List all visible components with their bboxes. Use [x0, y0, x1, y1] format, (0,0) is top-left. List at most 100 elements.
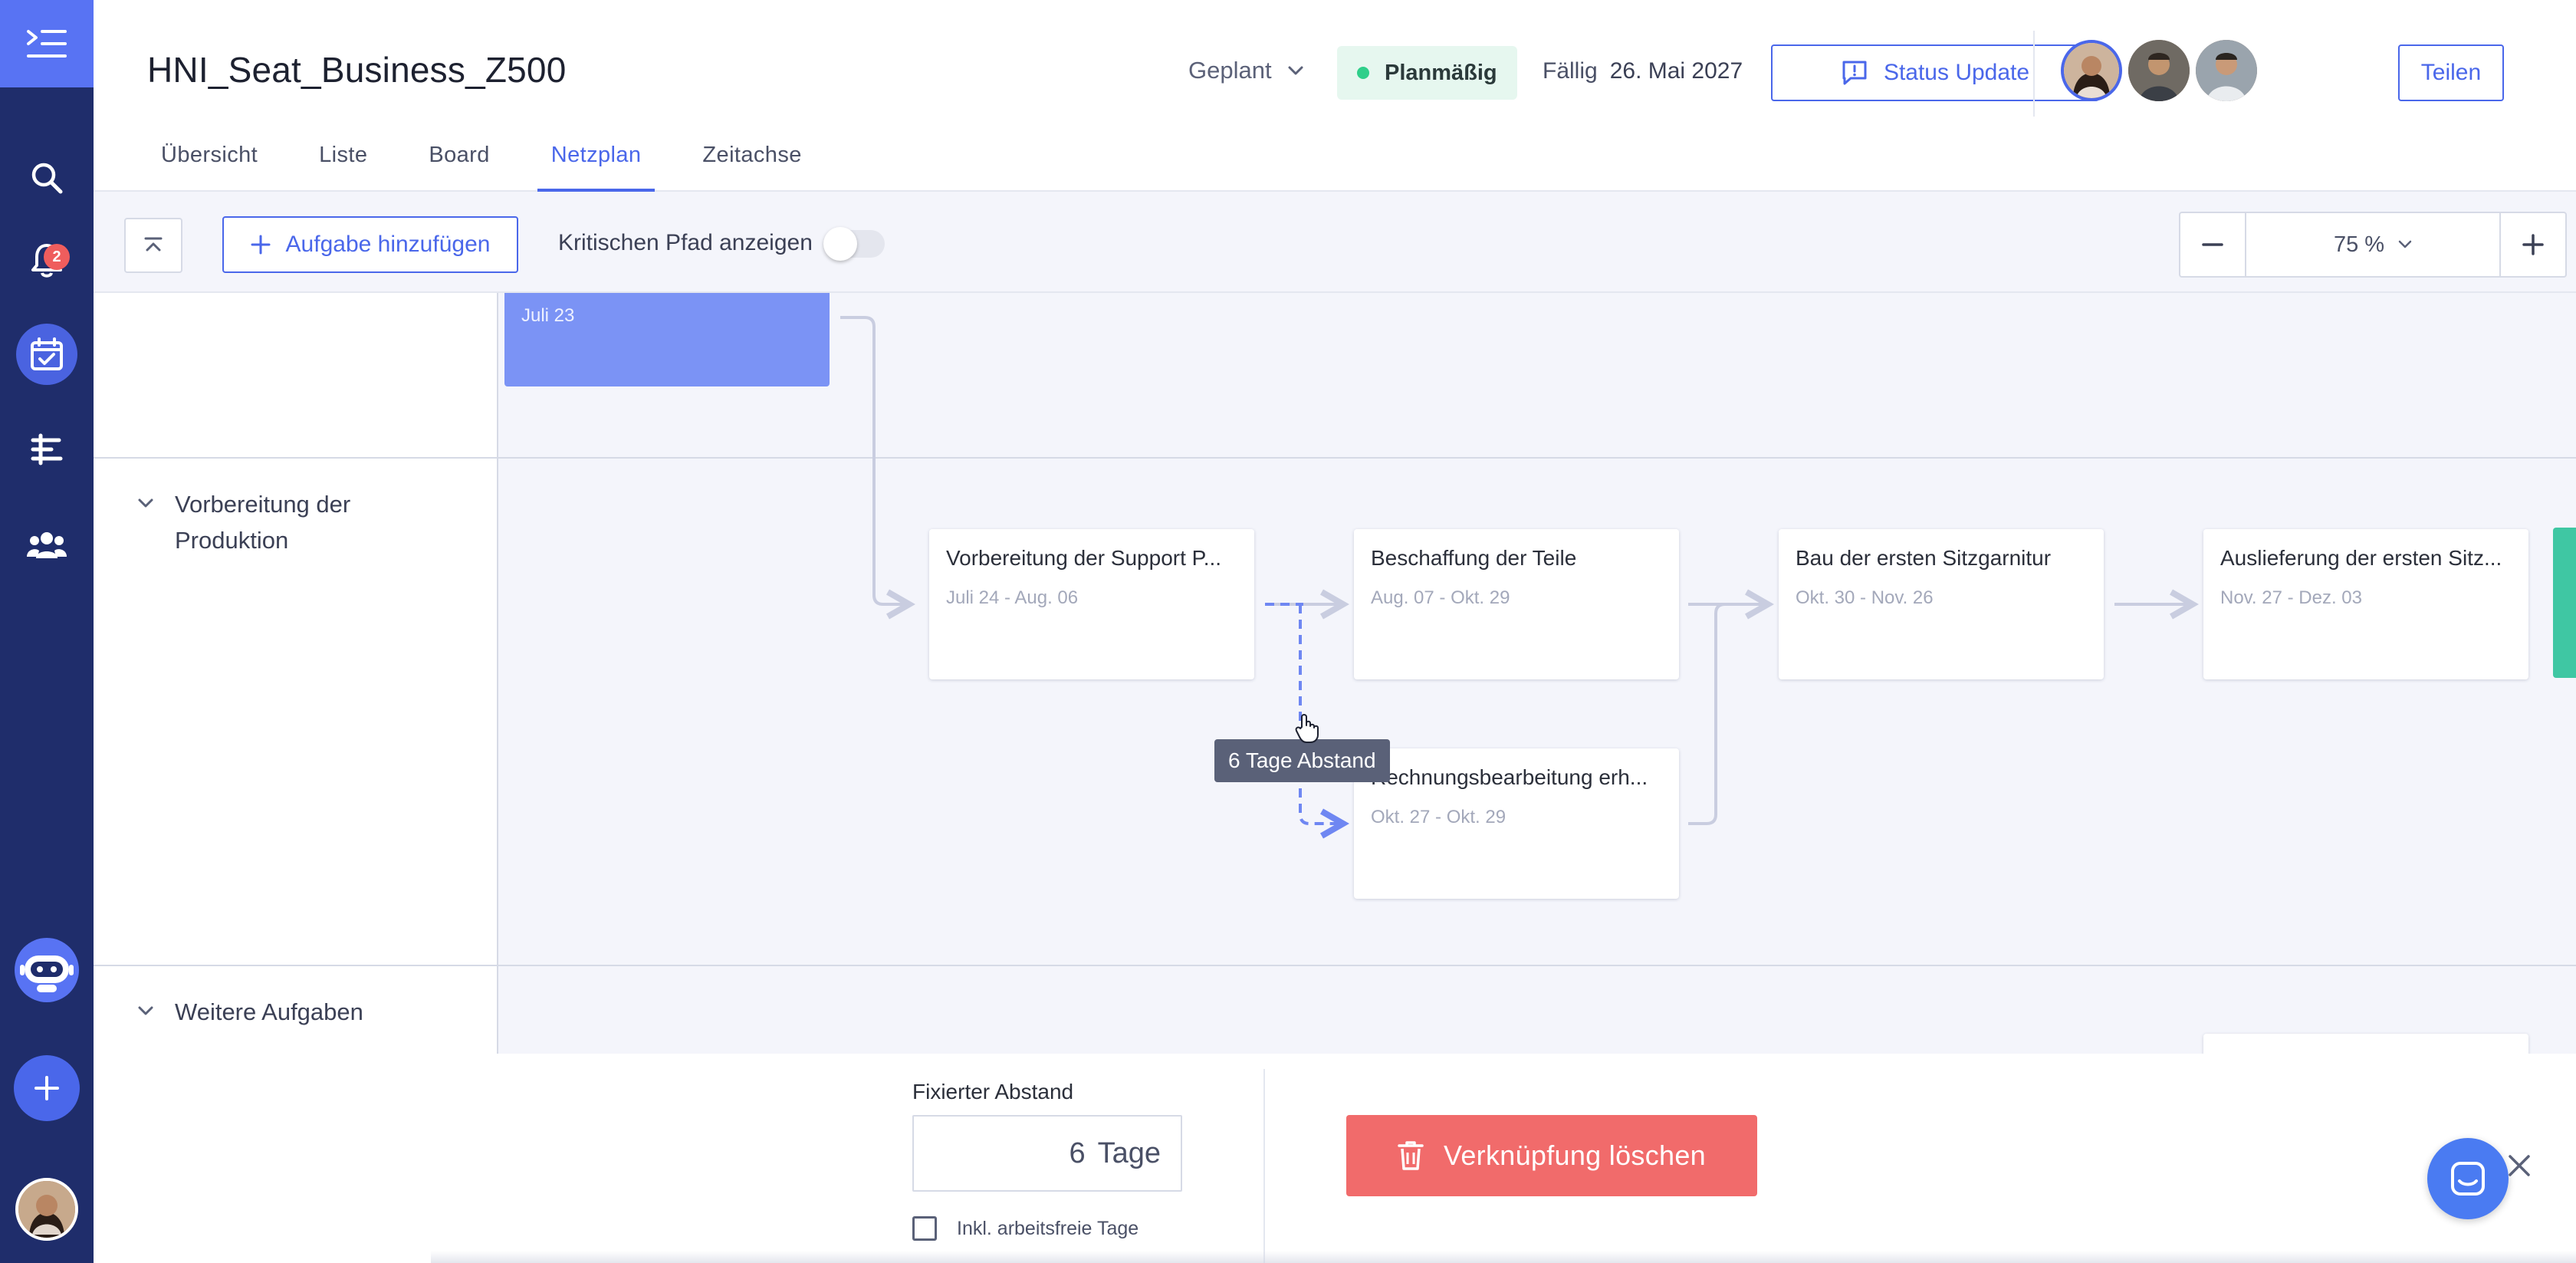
- tab-overview[interactable]: Übersicht: [147, 136, 271, 192]
- sidebar-assistant-button[interactable]: [14, 937, 80, 1003]
- plus-icon: [34, 1076, 59, 1100]
- network-toolbar: Aufgabe hinzufügen Kritischen Pfad anzei…: [94, 192, 2576, 293]
- schedule-status-text: Planmäßig: [1385, 60, 1497, 85]
- menu-toggle-button[interactable]: [0, 0, 94, 87]
- status-dot-icon: [1357, 67, 1369, 79]
- task-card-partial[interactable]: [2553, 528, 2576, 678]
- schedule-status-badge: Planmäßig: [1337, 46, 1517, 100]
- user-photo-icon: [2196, 40, 2257, 101]
- sidebar-add-button[interactable]: [14, 1055, 80, 1121]
- task-name: Bau der ersten Sitzgarnitur: [1796, 546, 2052, 570]
- sidebar-notifications-button[interactable]: 2: [16, 230, 77, 291]
- network-canvas[interactable]: Vorbereitung der Produktion Weitere Aufg…: [94, 293, 2576, 1054]
- task-card[interactable]: Beschaffung der Teile Aug. 07 - Okt. 29: [1354, 529, 1679, 679]
- chat-icon: [2451, 1162, 2485, 1196]
- project-header: HNI_Seat_Business_Z500 Geplant Planmäßig…: [94, 0, 2576, 192]
- delete-link-label: Verknüpfung löschen: [1444, 1140, 1706, 1171]
- include-nonworking-days-checkbox[interactable]: [912, 1216, 937, 1241]
- task-dates: Juli 24 - Aug. 06: [946, 587, 1079, 608]
- chevron-down-icon: [1288, 66, 1303, 75]
- project-status-value: Geplant: [1188, 57, 1272, 84]
- due-date: Fällig 26. Mai 2027: [1543, 58, 1743, 84]
- zoom-level-value: 75 %: [2333, 232, 2385, 257]
- task-name: Auslieferung der ersten Sitz...: [2220, 546, 2502, 570]
- fixed-gap-input[interactable]: 6 Tage: [912, 1115, 1182, 1192]
- fixed-gap-value: 6: [1069, 1136, 1086, 1169]
- notification-count-badge: 2: [44, 244, 70, 270]
- collapse-up-icon: [144, 237, 163, 252]
- sidebar-portfolio-button[interactable]: [16, 419, 77, 480]
- user-photo-icon: [18, 1181, 75, 1238]
- hand-cursor-icon: [1295, 714, 1319, 743]
- sidebar-search-button[interactable]: [16, 147, 77, 209]
- share-label: Teilen: [2420, 60, 2482, 85]
- task-dates: Okt. 30 - Nov. 26: [1796, 587, 1934, 608]
- tab-label: Übersicht: [161, 143, 258, 167]
- tab-network-plan[interactable]: Netzplan: [537, 136, 656, 192]
- current-user-avatar[interactable]: [15, 1178, 78, 1241]
- sidebar-projects-button[interactable]: [16, 324, 77, 385]
- critical-path-label: Kritischen Pfad anzeigen: [558, 230, 813, 255]
- sidebar-team-button[interactable]: [16, 514, 77, 575]
- task-dates: Juli 23: [521, 305, 575, 326]
- user-photo-icon: [2064, 43, 2119, 98]
- task-dates: Okt. 27 - Okt. 29: [1371, 807, 1506, 827]
- zoom-in-button[interactable]: [2501, 213, 2565, 276]
- zoom-level-select[interactable]: 75 %: [2245, 213, 2501, 276]
- team-icon: [27, 532, 67, 558]
- plus-icon: [2522, 234, 2544, 255]
- task-name: Beschaffung der Teile: [1371, 546, 1577, 570]
- task-card[interactable]: Auslieferung der ersten Sitz... Nov. 27 …: [2203, 529, 2528, 679]
- plus-icon: [251, 235, 271, 255]
- zoom-out-button[interactable]: [2180, 213, 2245, 276]
- status-update-button[interactable]: Status Update: [1771, 44, 2099, 101]
- member-avatar[interactable]: [2196, 40, 2257, 101]
- minus-icon: [2202, 243, 2223, 246]
- header-divider: [2033, 31, 2035, 117]
- app-sidebar: 2: [0, 0, 94, 1263]
- search-icon: [31, 163, 63, 194]
- delete-link-button[interactable]: Verknüpfung löschen: [1346, 1115, 1757, 1196]
- task-dates: Nov. 27 - Dez. 03: [2220, 587, 2362, 608]
- tab-label: Board: [429, 143, 490, 167]
- close-panel-icon[interactable]: [2502, 1149, 2536, 1182]
- project-members: [2061, 40, 2257, 101]
- user-photo-icon: [2128, 40, 2190, 101]
- chevron-down-icon: [2398, 240, 2412, 248]
- status-update-label: Status Update: [1883, 60, 2030, 85]
- tab-list[interactable]: Liste: [305, 136, 381, 192]
- due-label: Fällig: [1543, 58, 1598, 84]
- task-dates: Aug. 07 - Okt. 29: [1371, 587, 1510, 608]
- task-card[interactable]: Bau der ersten Sitzgarnitur Okt. 30 - No…: [1779, 529, 2104, 679]
- add-task-button[interactable]: Aufgabe hinzufügen: [222, 216, 518, 273]
- include-nonworking-days-row: Inkl. arbeitsfreie Tage: [912, 1216, 1138, 1241]
- task-card[interactable]: Rechnungsbearbeitung erh... Okt. 27 - Ok…: [1354, 748, 1679, 899]
- support-chat-button[interactable]: [2427, 1138, 2509, 1219]
- task-card[interactable]: Vorbereitung der Support P... Juli 24 - …: [929, 529, 1254, 679]
- trash-icon: [1398, 1141, 1424, 1170]
- link-gap-tooltip: 6 Tage Abstand: [1214, 739, 1390, 782]
- collapse-all-button[interactable]: [124, 218, 182, 273]
- fixed-gap-unit: Tage: [1097, 1136, 1161, 1169]
- tab-board[interactable]: Board: [415, 136, 503, 192]
- tab-timeline[interactable]: Zeitachse: [688, 136, 815, 192]
- message-alert-icon: [1842, 61, 1867, 85]
- member-avatar[interactable]: [2061, 40, 2122, 101]
- add-task-label: Aufgabe hinzufügen: [285, 232, 491, 257]
- timeline-icon: [31, 433, 63, 465]
- toggle-knob: [823, 227, 857, 261]
- due-date-value: 26. Mai 2027: [1609, 58, 1743, 84]
- calendar-check-icon: [31, 337, 63, 370]
- member-avatar[interactable]: [2128, 40, 2190, 101]
- robot-icon: [15, 938, 79, 1002]
- share-button[interactable]: Teilen: [2398, 44, 2504, 101]
- zoom-control: 75 %: [2179, 212, 2567, 278]
- view-tabs: Übersicht Liste Board Netzplan Zeitachse: [147, 136, 849, 192]
- critical-path-toggle[interactable]: [823, 227, 885, 261]
- task-card[interactable]: [2203, 1034, 2528, 1054]
- tab-label: Liste: [319, 143, 368, 167]
- link-details-panel: Fixierter Abstand 6 Tage Inkl. arbeitsfr…: [94, 1054, 2576, 1263]
- tab-label: Zeitachse: [702, 143, 802, 167]
- task-card[interactable]: Juli 23: [504, 293, 830, 386]
- project-status-dropdown[interactable]: Geplant: [1188, 57, 1304, 84]
